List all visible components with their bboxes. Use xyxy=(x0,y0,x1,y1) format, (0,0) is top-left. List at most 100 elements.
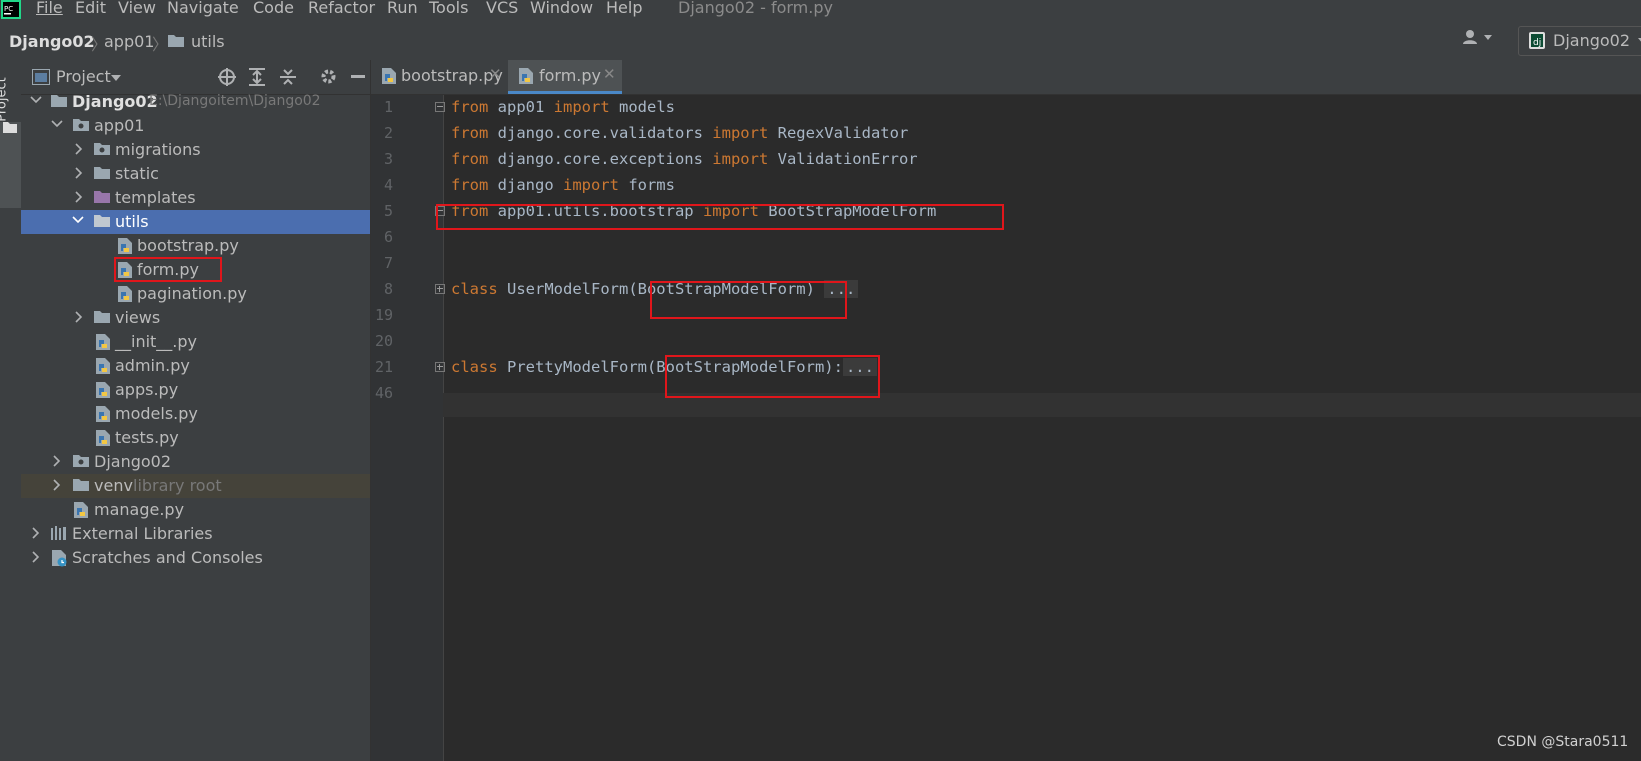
tree-item-external-libraries[interactable]: External Libraries xyxy=(21,522,370,546)
tree-item-label: static xyxy=(115,164,159,183)
line-number: 8 xyxy=(383,280,393,298)
collapse-all-icon[interactable] xyxy=(279,67,297,87)
code-text: RegexValidator xyxy=(768,124,909,142)
close-icon[interactable]: ✕ xyxy=(603,65,616,83)
folder-icon xyxy=(94,167,110,179)
tree-item-label: views xyxy=(115,308,161,327)
code-text: app01 xyxy=(488,98,554,116)
tree-item-views[interactable]: views xyxy=(21,306,370,330)
menu-help[interactable]: Help xyxy=(606,0,642,17)
package-folder-icon xyxy=(73,119,89,131)
breadcrumb-project[interactable]: Django02 xyxy=(9,32,95,51)
menu-run[interactable]: Run xyxy=(387,0,418,17)
run-configuration-selector[interactable]: dj Django02 xyxy=(1518,26,1641,56)
tab-form-py[interactable]: form.py ✕ xyxy=(508,60,622,94)
left-tool-strip xyxy=(0,60,22,761)
tree-item-label: venv xyxy=(94,476,133,495)
tree-item-models-py[interactable]: models.py xyxy=(21,402,370,426)
chevron-right-icon xyxy=(32,551,40,563)
locate-icon[interactable] xyxy=(217,67,237,87)
chevron-down-icon[interactable] xyxy=(111,75,121,81)
python-file-icon xyxy=(74,502,88,518)
tree-item-utils[interactable]: utils xyxy=(21,210,370,234)
tree-item-app01[interactable]: app01 xyxy=(21,114,370,138)
tree-item-label: migrations xyxy=(115,140,201,159)
highlight-box-prettymodelform-base xyxy=(665,355,880,398)
tree-item-bootstrap-py[interactable]: bootstrap.py xyxy=(21,234,370,258)
python-file-icon xyxy=(96,430,110,446)
line-number: 46 xyxy=(374,384,393,402)
python-file-icon xyxy=(96,382,110,398)
tree-item-django02-package[interactable]: Django02 xyxy=(21,450,370,474)
code-text: django.core.exceptions xyxy=(488,150,713,168)
tree-item-scratches[interactable]: Scratches and Consoles xyxy=(21,546,370,570)
folder-icon xyxy=(94,215,110,227)
run-configuration-label: Django02 xyxy=(1553,31,1631,50)
code-line: from django.core.exceptions import Valid… xyxy=(451,150,918,168)
project-tool-label: Project xyxy=(0,77,10,122)
menu-view[interactable]: View xyxy=(118,0,156,17)
menu-file[interactable]: File xyxy=(36,0,63,17)
code-line: from django import forms xyxy=(451,176,675,194)
line-number: 1 xyxy=(383,98,393,116)
code-keyword: from xyxy=(451,150,489,168)
editor-tab-bar: bootstrap.py ✕ form.py ✕ xyxy=(371,60,1641,95)
tree-item-label: pagination.py xyxy=(137,284,247,303)
pycharm-logo-icon: PC xyxy=(1,0,21,19)
package-folder-icon xyxy=(94,143,110,155)
code-line: from app01 import models xyxy=(451,98,675,116)
menu-edit[interactable]: Edit xyxy=(75,0,106,17)
breadcrumb-utils[interactable]: utils xyxy=(191,32,225,51)
line-number: 7 xyxy=(383,254,393,272)
tree-item-label: templates xyxy=(115,188,196,207)
menu-window[interactable]: Window xyxy=(530,0,593,17)
tree-item-templates[interactable]: templates xyxy=(21,186,370,210)
tree-item-tests-py[interactable]: tests.py xyxy=(21,426,370,450)
tree-item-label: Django02 xyxy=(72,92,158,111)
tree-item-static[interactable]: static xyxy=(21,162,370,186)
fold-marker-icon[interactable] xyxy=(435,102,445,112)
code-editor[interactable]: 1 2 3 4 5 6 7 8 19 20 21 46 from app01 i… xyxy=(371,95,1641,761)
vcs-user-icon[interactable] xyxy=(1462,29,1496,45)
tree-item-label: manage.py xyxy=(94,500,185,519)
expand-all-icon[interactable] xyxy=(248,67,266,87)
project-panel-title[interactable]: Project xyxy=(56,67,111,86)
code-text: models xyxy=(609,98,675,116)
tree-item-django02-root[interactable]: Django02 E:\Djangoitem\Django02 xyxy=(21,90,370,114)
code-keyword: import xyxy=(562,176,619,194)
folder-icon xyxy=(51,95,67,107)
line-number: 20 xyxy=(374,332,393,350)
menu-navigate[interactable]: Navigate xyxy=(167,0,239,17)
fold-expand-icon[interactable] xyxy=(435,362,445,372)
tree-item-manage-py[interactable]: manage.py xyxy=(21,498,370,522)
line-number: 6 xyxy=(383,228,393,246)
tree-item-init-py[interactable]: __init__.py xyxy=(21,330,370,354)
hide-panel-icon[interactable] xyxy=(351,75,365,78)
python-file-icon xyxy=(382,68,396,84)
close-icon[interactable]: ✕ xyxy=(489,65,502,83)
svg-text:dj: dj xyxy=(1533,38,1541,48)
chevron-down-icon xyxy=(30,96,42,104)
tree-item-pagination-py[interactable]: pagination.py xyxy=(21,282,370,306)
tree-item-label: Scratches and Consoles xyxy=(72,548,263,567)
menu-refactor[interactable]: Refactor xyxy=(308,0,375,17)
code-text: django.core.validators xyxy=(488,124,713,142)
watermark: CSDN @Stara0511 xyxy=(1497,734,1629,750)
project-tool-tab[interactable] xyxy=(0,122,21,208)
menu-code[interactable]: Code xyxy=(253,0,294,17)
fold-expand-icon[interactable] xyxy=(435,284,445,294)
gear-icon[interactable] xyxy=(319,67,338,86)
code-keyword: class xyxy=(451,358,498,376)
menu-tools[interactable]: Tools xyxy=(429,0,468,17)
menu-vcs[interactable]: VCS xyxy=(486,0,518,17)
navigation-bar: Django02 〉 app01 〉 utils xyxy=(0,22,1641,61)
tree-item-admin-py[interactable]: admin.py xyxy=(21,354,370,378)
tree-item-apps-py[interactable]: apps.py xyxy=(21,378,370,402)
tree-item-migrations[interactable]: migrations xyxy=(21,138,370,162)
tab-bootstrap-py[interactable]: bootstrap.py ✕ xyxy=(371,60,507,94)
code-keyword: import xyxy=(712,150,769,168)
line-number: 19 xyxy=(374,306,393,324)
tree-item-venv[interactable]: venv library root xyxy=(21,474,370,498)
breadcrumb-app01[interactable]: app01 xyxy=(104,32,154,51)
chevron-right-icon xyxy=(75,143,83,155)
